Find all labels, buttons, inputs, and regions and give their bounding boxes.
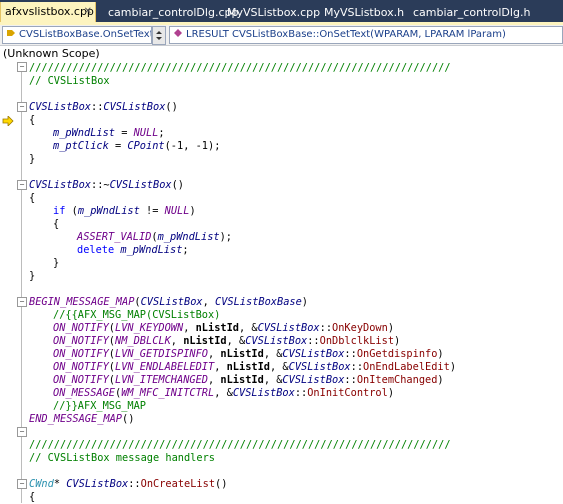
indicator-margin xyxy=(0,62,18,503)
code-line: CVSListBox::CVSListBox() xyxy=(29,101,178,113)
close-icon[interactable]: ✕ xyxy=(84,2,92,21)
code-editor[interactable]: − − − − − − ////////////////////////////… xyxy=(0,62,563,503)
collapse-toggle[interactable]: − xyxy=(17,102,27,112)
code-line: ON_MESSAGE(WM_MFC_INITCTRL, &CVSListBox:… xyxy=(53,387,395,399)
code-line: if (m_pWndList != NULL) xyxy=(53,205,196,217)
code-line: m_ptClick = CPoint(-1, -1); xyxy=(53,140,221,152)
tab-cambiar-controldlg-h[interactable]: cambiar_controlDlg.h xyxy=(413,3,530,22)
code-line: { xyxy=(53,218,60,230)
code-line: // CVSListBox message handlers xyxy=(29,452,215,464)
method-icon xyxy=(174,29,182,37)
code-line: } xyxy=(53,257,60,269)
collapse-toggle[interactable]: − xyxy=(17,427,27,437)
tab-label: cambiar_controlDlg.cpp xyxy=(108,6,239,19)
yellow-arrow-icon xyxy=(2,116,14,126)
member-combo[interactable]: LRESULT CVSListBoxBase::OnSetText(WPARAM… xyxy=(169,26,563,44)
scope-combo-value: CVSListBoxBase.OnSetText xyxy=(19,29,152,40)
code-line: //}}AFX_MSG_MAP xyxy=(53,400,146,412)
scope-combo[interactable]: CVSListBoxBase.OnSetText xyxy=(2,26,152,44)
code-line: //{{AFX_MSG_MAP(CVSListBox) xyxy=(53,309,221,321)
code-line: BEGIN_MESSAGE_MAP(CVSListBox, CVSListBox… xyxy=(29,296,308,308)
collapse-toggle[interactable]: − xyxy=(17,62,27,72)
code-line: ////////////////////////////////////////… xyxy=(29,439,451,451)
member-combo-value: LRESULT CVSListBoxBase::OnSetText(WPARAM… xyxy=(186,29,506,40)
code-line: ON_NOTIFY(LVN_KEYDOWN, nListId, &CVSList… xyxy=(53,322,395,334)
code-line: { xyxy=(29,491,36,503)
navigation-bar: CVSListBoxBase.OnSetText LRESULT CVSList… xyxy=(0,25,563,46)
code-line: } xyxy=(29,153,36,165)
code-line: CWnd* CVSListBox::OnCreateList() xyxy=(29,478,228,490)
tab-label: MyVSListbox.h xyxy=(324,6,405,19)
tab-label: MyVSListbox.cpp xyxy=(227,6,321,19)
code-line: delete m_pWndList; xyxy=(77,244,189,256)
scope-label: (Unknown Scope) xyxy=(3,47,100,60)
scope-combo-dropdown-button[interactable] xyxy=(152,26,166,45)
tab-label: cambiar_controlDlg.h xyxy=(413,6,531,19)
code-line: m_pWndList = NULL; xyxy=(53,127,165,139)
code-line: { xyxy=(29,192,36,204)
tab-myvslistbox-cpp[interactable]: MyVSListbox.cpp xyxy=(227,3,320,22)
tab-afxvslistbox-cpp[interactable]: afxvslistbox.cpp ✕ xyxy=(0,2,96,22)
code-line: // CVSListBox xyxy=(29,75,110,87)
code-line: END_MESSAGE_MAP() xyxy=(29,413,135,425)
tab-label: afxvslistbox.cpp xyxy=(5,5,94,18)
code-line: ON_NOTIFY(LVN_ENDLABELEDIT, nListId, &CV… xyxy=(53,361,457,373)
code-line: ON_NOTIFY(LVN_ITEMCHANGED, nListId, &CVS… xyxy=(53,374,444,386)
class-icon xyxy=(7,30,15,36)
document-tab-bar: afxvslistbox.cpp ✕ cambiar_controlDlg.cp… xyxy=(0,0,563,22)
code-line: ////////////////////////////////////////… xyxy=(29,62,451,74)
collapse-toggle[interactable]: − xyxy=(17,180,27,190)
code-line: ASSERT_VALID(m_pWndList); xyxy=(77,231,233,243)
code-line: ON_NOTIFY(LVN_GETDISPINFO, nListId, &CVS… xyxy=(53,348,444,360)
code-line: { xyxy=(29,114,36,126)
tab-cambiar-controldlg-cpp[interactable]: cambiar_controlDlg.cpp xyxy=(108,3,238,22)
tab-myvslistbox-h[interactable]: MyVSListbox.h xyxy=(324,3,404,22)
code-line: CVSListBox::~CVSListBox() xyxy=(29,179,185,191)
collapse-toggle[interactable]: − xyxy=(17,297,27,307)
code-line: ON_NOTIFY(NM_DBLCLK, nListId, &CVSListBo… xyxy=(53,335,401,347)
code-line: } xyxy=(29,270,36,282)
chevron-up-down-icon xyxy=(156,31,162,40)
collapse-toggle[interactable]: − xyxy=(17,479,27,489)
